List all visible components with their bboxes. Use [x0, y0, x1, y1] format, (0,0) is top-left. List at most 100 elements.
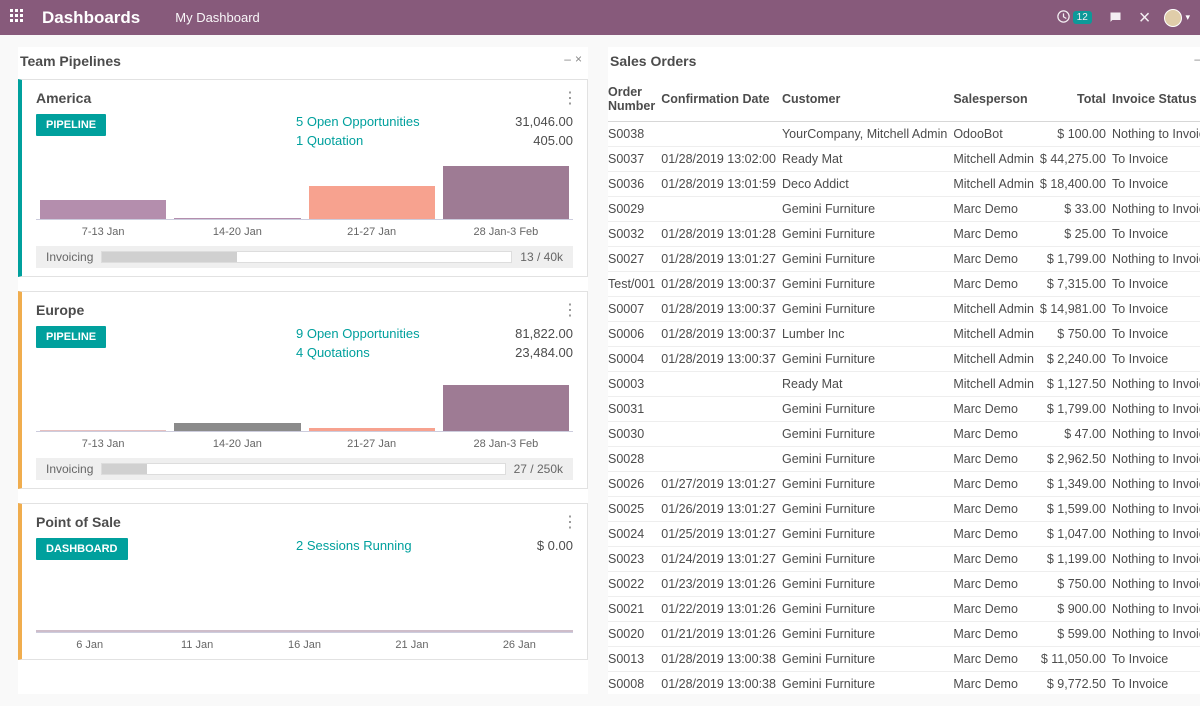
pipeline-tag[interactable]: PIPELINE: [36, 326, 106, 348]
menu-my-dashboard[interactable]: My Dashboard: [175, 10, 260, 25]
x-tick: 16 Jan: [251, 639, 358, 651]
cell-order-number: S0027: [608, 247, 661, 272]
table-row[interactable]: S0022 01/23/2019 13:01:26 Gemini Furnitu…: [608, 572, 1200, 597]
minimize-icon[interactable]: –: [564, 52, 571, 66]
cell-total: $ 1,799.00: [1040, 247, 1112, 272]
column-header[interactable]: Salesperson: [953, 79, 1040, 122]
stat-link[interactable]: 5 Open Opportunities: [296, 114, 515, 129]
cell-order-number: S0024: [608, 522, 661, 547]
cell-confirmation-date: 01/28/2019 13:00:38: [661, 672, 782, 695]
panel-team-pipelines: –× Team Pipelines ⋮ America PIPELINE 5 O…: [18, 47, 588, 694]
discuss-icon[interactable]: [1108, 10, 1123, 25]
table-row[interactable]: S0038 YourCompany, Mitchell Admin OdooBo…: [608, 122, 1200, 147]
card-title: Europe: [36, 302, 573, 318]
cell-total: $ 18,400.00: [1040, 172, 1112, 197]
x-tick: 7-13 Jan: [36, 226, 170, 238]
kebab-icon[interactable]: ⋮: [562, 300, 577, 320]
cell-total: $ 47.00: [1040, 422, 1112, 447]
pipeline-tag[interactable]: PIPELINE: [36, 114, 106, 136]
cell-order-number: S0038: [608, 122, 661, 147]
x-tick: 7-13 Jan: [36, 438, 170, 450]
cell-customer: Gemini Furniture: [782, 397, 953, 422]
table-row[interactable]: S0037 01/28/2019 13:02:00 Ready Mat Mitc…: [608, 147, 1200, 172]
stat-link[interactable]: 1 Quotation: [296, 133, 515, 148]
stat-link[interactable]: 9 Open Opportunities: [296, 326, 515, 341]
stat-value: $ 0.00: [537, 538, 573, 553]
table-row[interactable]: S0006 01/28/2019 13:00:37 Lumber Inc Mit…: [608, 322, 1200, 347]
cell-confirmation-date: [661, 397, 782, 422]
minimize-icon[interactable]: –: [1194, 52, 1200, 66]
table-row[interactable]: S0021 01/22/2019 13:01:26 Gemini Furnitu…: [608, 597, 1200, 622]
column-header[interactable]: Confirmation Date: [661, 79, 782, 122]
stat-link[interactable]: 2 Sessions Running: [296, 538, 537, 553]
table-row[interactable]: S0004 01/28/2019 13:00:37 Gemini Furnitu…: [608, 347, 1200, 372]
cell-confirmation-date: [661, 447, 782, 472]
invoicing-progress: [101, 463, 505, 475]
close-panel-icon[interactable]: ×: [575, 52, 582, 66]
table-row[interactable]: S0007 01/28/2019 13:00:37 Gemini Furnitu…: [608, 297, 1200, 322]
table-row[interactable]: S0020 01/21/2019 13:01:26 Gemini Furnitu…: [608, 622, 1200, 647]
table-row[interactable]: S0028 Gemini Furniture Marc Demo $ 2,962…: [608, 447, 1200, 472]
cell-confirmation-date: 01/27/2019 13:01:27: [661, 472, 782, 497]
table-row[interactable]: S0013 01/28/2019 13:00:38 Gemini Furnitu…: [608, 647, 1200, 672]
cell-invoice-status: Nothing to Invoice: [1112, 497, 1200, 522]
pipeline-tag[interactable]: DASHBOARD: [36, 538, 128, 560]
column-header[interactable]: Invoice Status: [1112, 79, 1200, 122]
column-header[interactable]: Total: [1040, 79, 1112, 122]
table-row[interactable]: Test/001 01/28/2019 13:00:37 Gemini Furn…: [608, 272, 1200, 297]
panel-sales-orders: –× Sales Orders Order NumberConfirmation…: [608, 47, 1200, 694]
cell-order-number: S0030: [608, 422, 661, 447]
cell-customer: Gemini Furniture: [782, 222, 953, 247]
kebab-icon[interactable]: ⋮: [562, 88, 577, 108]
column-header[interactable]: Customer: [782, 79, 953, 122]
column-header[interactable]: Order Number: [608, 79, 661, 122]
x-tick: 21-27 Jan: [305, 438, 439, 450]
stat-link[interactable]: 4 Quotations: [296, 345, 515, 360]
cell-invoice-status: To Invoice: [1112, 297, 1200, 322]
table-row[interactable]: S0030 Gemini Furniture Marc Demo $ 47.00…: [608, 422, 1200, 447]
avatar[interactable]: [1164, 9, 1182, 27]
cell-total: $ 750.00: [1040, 572, 1112, 597]
cell-invoice-status: To Invoice: [1112, 147, 1200, 172]
cell-salesperson: Marc Demo: [953, 197, 1040, 222]
x-tick: 14-20 Jan: [170, 226, 304, 238]
chevron-down-icon[interactable]: ▾: [1185, 12, 1190, 23]
invoicing-value: 27 / 250k: [514, 462, 563, 476]
table-row[interactable]: S0008 01/28/2019 13:00:38 Gemini Furnitu…: [608, 672, 1200, 695]
notification-badge: 12: [1073, 11, 1092, 24]
cell-confirmation-date: 01/28/2019 13:00:37: [661, 322, 782, 347]
app-brand[interactable]: Dashboards: [42, 8, 140, 28]
cell-invoice-status: To Invoice: [1112, 222, 1200, 247]
cell-customer: YourCompany, Mitchell Admin: [782, 122, 953, 147]
cell-confirmation-date: 01/28/2019 13:02:00: [661, 147, 782, 172]
invoicing-row: Invoicing27 / 250k: [36, 458, 573, 480]
apps-icon[interactable]: [10, 9, 28, 27]
x-tick: 26 Jan: [466, 639, 573, 651]
cell-confirmation-date: [661, 422, 782, 447]
table-row[interactable]: S0027 01/28/2019 13:01:27 Gemini Furnitu…: [608, 247, 1200, 272]
table-row[interactable]: S0029 Gemini Furniture Marc Demo $ 33.00…: [608, 197, 1200, 222]
cell-salesperson: Mitchell Admin: [953, 322, 1040, 347]
cell-total: $ 599.00: [1040, 622, 1112, 647]
table-row[interactable]: S0036 01/28/2019 13:01:59 Deco Addict Mi…: [608, 172, 1200, 197]
table-row[interactable]: S0023 01/24/2019 13:01:27 Gemini Furnitu…: [608, 547, 1200, 572]
cell-order-number: S0004: [608, 347, 661, 372]
activity-icon[interactable]: 12: [1056, 9, 1092, 27]
cell-invoice-status: To Invoice: [1112, 172, 1200, 197]
table-row[interactable]: S0031 Gemini Furniture Marc Demo $ 1,799…: [608, 397, 1200, 422]
table-row[interactable]: S0024 01/25/2019 13:01:27 Gemini Furnitu…: [608, 522, 1200, 547]
kebab-icon[interactable]: ⋮: [562, 512, 577, 532]
navbar: Dashboards My Dashboard 12 × ▾: [0, 0, 1200, 35]
table-row[interactable]: S0025 01/26/2019 13:01:27 Gemini Furnitu…: [608, 497, 1200, 522]
table-row[interactable]: S0026 01/27/2019 13:01:27 Gemini Furnitu…: [608, 472, 1200, 497]
table-row[interactable]: S0003 Ready Mat Mitchell Admin $ 1,127.5…: [608, 372, 1200, 397]
cell-order-number: S0037: [608, 147, 661, 172]
cell-total: $ 1,047.00: [1040, 522, 1112, 547]
cell-order-number: S0031: [608, 397, 661, 422]
cell-invoice-status: Nothing to Invoice: [1112, 572, 1200, 597]
table-row[interactable]: S0032 01/28/2019 13:01:28 Gemini Furnitu…: [608, 222, 1200, 247]
cell-customer: Gemini Furniture: [782, 297, 953, 322]
cell-confirmation-date: 01/28/2019 13:00:37: [661, 297, 782, 322]
close-icon[interactable]: ×: [1139, 8, 1151, 28]
cell-order-number: S0008: [608, 672, 661, 695]
